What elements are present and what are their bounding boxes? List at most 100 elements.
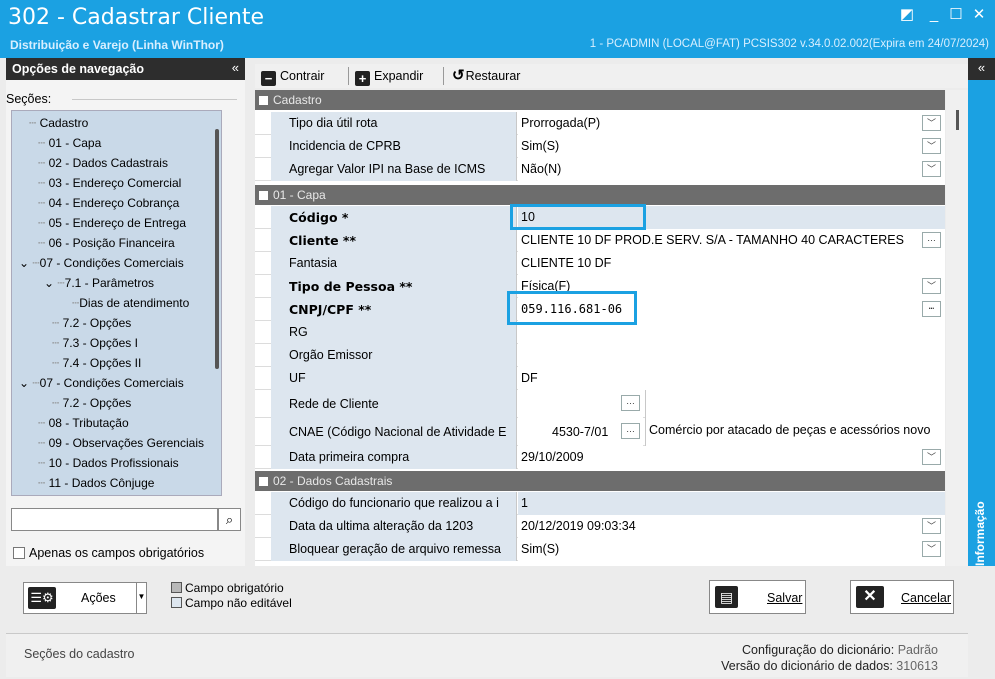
chevron-down-icon[interactable]: ﹀ xyxy=(922,161,941,177)
required-only-checkbox[interactable]: Apenas os campos obrigatórios xyxy=(13,546,204,560)
expand-button[interactable]: + Expandir xyxy=(355,66,423,86)
tipo-dia-util-rota-field[interactable]: Prorrogada(P) ﹀ xyxy=(518,112,945,135)
chevron-down-icon[interactable]: ⌄ xyxy=(19,256,29,270)
tree-item-parametros[interactable]: ⌄ ┄7.1 - Parâmetros xyxy=(44,274,154,293)
collapse-button[interactable]: − Contrair xyxy=(261,66,324,86)
tree-item-opcoes[interactable]: ┄ 7.2 - Opções xyxy=(52,314,131,333)
chevron-down-icon[interactable]: ﹀ xyxy=(922,278,941,294)
actions-button[interactable]: ☰⚙ Ações ▼ xyxy=(23,582,147,614)
sections-search-input[interactable] xyxy=(11,508,218,531)
fantasia-field[interactable]: CLIENTE 10 DF xyxy=(518,252,945,275)
required-only-label: Apenas os campos obrigatórios xyxy=(29,546,205,560)
grid-scrollbar[interactable] xyxy=(946,90,968,566)
ellipsis-icon[interactable]: … xyxy=(922,301,941,317)
data-alteracao-field[interactable]: 20/12/2019 09:03:34 ﹀ xyxy=(518,515,945,538)
chevron-down-icon[interactable]: ﹀ xyxy=(922,449,941,465)
tree-item-condicoes-comerciais[interactable]: ⌄ ┄07 - Condições Comerciais xyxy=(19,254,184,273)
info-sidepanel[interactable]: « Informação xyxy=(968,58,995,568)
chevron-down-icon[interactable]: ▼ xyxy=(136,583,146,613)
tree-item-endereco-comercial[interactable]: ┄ 03 - Endereço Comercial xyxy=(38,174,181,193)
grid-row[interactable]: Data da ultima alteração da 1203 20/12/2… xyxy=(255,515,945,538)
chevron-down-icon[interactable]: ﹀ xyxy=(922,138,941,154)
tree-item-dados-profissionais[interactable]: ┄ 10 - Dados Profissionais xyxy=(38,454,179,473)
field-label: Tipo de Pessoa ** xyxy=(271,275,517,298)
field-label: RG xyxy=(271,321,517,344)
grid-row[interactable]: Tipo dia útil rota Prorrogada(P) ﹀ xyxy=(255,112,945,135)
scrollbar-thumb[interactable] xyxy=(956,110,959,130)
agregar-ipi-field[interactable]: Não(N) ﹀ xyxy=(518,158,945,181)
minus-icon: − xyxy=(261,71,276,86)
minimize-icon[interactable]: _ xyxy=(925,6,943,24)
tree-item-dias-atendimento[interactable]: ┄Dias de atendimento xyxy=(72,294,189,313)
ellipsis-icon[interactable]: … xyxy=(621,395,640,411)
category-dados-cadastrais[interactable]: 02 - Dados Cadastrais xyxy=(255,471,945,491)
collapse-panel-icon[interactable]: « xyxy=(232,60,239,75)
grid-row[interactable]: Incidencia de CPRB Sim(S) ﹀ xyxy=(255,135,945,158)
chevron-down-icon[interactable]: ⌄ xyxy=(19,376,29,390)
close-icon[interactable]: ✕ xyxy=(970,6,988,24)
category-capa[interactable]: 01 - Capa xyxy=(255,185,945,205)
grid-row[interactable]: Agregar Valor IPI na Base de ICMS Não(N)… xyxy=(255,158,945,181)
chevron-down-icon[interactable]: ﹀ xyxy=(922,518,941,534)
grid-row[interactable]: Fantasia CLIENTE 10 DF xyxy=(255,252,945,275)
collapse-category-icon[interactable] xyxy=(259,96,268,105)
field-label: Rede de Cliente xyxy=(271,390,517,418)
navigation-header: Opções de navegação « xyxy=(6,58,245,80)
bloquear-remessa-field[interactable]: Sim(S) ﹀ xyxy=(518,538,945,561)
tree-item-observacoes[interactable]: ┄ 09 - Observações Gerenciais xyxy=(38,434,204,453)
tree-item-dados-conjuge[interactable]: ┄ 11 - Dados Cônjuge xyxy=(38,474,154,493)
noneditable-swatch xyxy=(171,597,182,608)
tree-item-condicoes-comerciais-2[interactable]: ⌄ ┄07 - Condições Comerciais xyxy=(19,374,184,393)
checkbox-icon[interactable] xyxy=(13,547,25,559)
window-title: 302 - Cadastrar Cliente xyxy=(8,5,265,30)
grid-row[interactable]: Data primeira compra 29/10/2009 ﹀ xyxy=(255,446,945,469)
chevron-down-icon[interactable]: ⌄ xyxy=(44,276,54,290)
grid-row[interactable]: CNAE (Código Nacional de Atividade E 453… xyxy=(255,418,945,446)
tree-item-endereco-entrega[interactable]: ┄ 05 - Endereço de Entrega xyxy=(38,214,186,233)
tree-item-tributacao[interactable]: ┄ 08 - Tributação xyxy=(38,414,129,433)
restore-button[interactable]: ↺Restaurar xyxy=(452,66,520,86)
tree-item-dados-cadastrais[interactable]: ┄ 02 - Dados Cadastrais xyxy=(38,154,168,173)
chevron-down-icon[interactable]: ﹀ xyxy=(922,541,941,557)
tree-item-opcoes-ii[interactable]: ┄ 7.4 - Opções II xyxy=(52,354,141,373)
grid-row[interactable]: Código do funcionario que realizou a i 1 xyxy=(255,492,945,515)
tree-item-endereco-cobranca[interactable]: ┄ 04 - Endereço Cobrança xyxy=(38,194,179,213)
cliente-field[interactable]: CLIENTE 10 DF PROD.E SERV. S/A - TAMANHO… xyxy=(518,229,945,252)
maximize-icon[interactable]: ☐ xyxy=(947,6,965,24)
ellipsis-icon[interactable]: … xyxy=(922,232,941,248)
tree-item-capa[interactable]: ┄ 01 - Capa xyxy=(38,134,101,153)
restore-icon[interactable]: ◩ xyxy=(898,6,916,24)
tree-item-posicao-financeira[interactable]: ┄ 06 - Posição Financeira xyxy=(38,234,175,253)
grid-row[interactable]: Orgão Emissor xyxy=(255,344,945,367)
orgao-emissor-field[interactable] xyxy=(518,344,945,367)
field-label: Código * xyxy=(271,206,517,229)
dictionary-config: Configuração do dicionário: Padrão xyxy=(742,643,938,657)
ellipsis-icon[interactable]: … xyxy=(621,423,640,439)
expand-panel-icon[interactable]: « xyxy=(968,58,995,80)
cancel-button[interactable]: ✕ Cancelar xyxy=(850,580,954,614)
sections-label: Seções: xyxy=(6,92,52,106)
rede-cliente-field[interactable]: … xyxy=(518,390,643,418)
sections-tree[interactable]: ┄ Cadastro ┄ 01 - Capa ┄ 02 - Dados Cada… xyxy=(11,110,222,496)
tree-item-opcoes-2[interactable]: ┄ 7.2 - Opções xyxy=(52,394,131,413)
tree-item-cadastro[interactable]: ┄ Cadastro xyxy=(29,114,88,133)
collapse-category-icon[interactable] xyxy=(259,477,268,486)
grid-row[interactable]: Cliente ** CLIENTE 10 DF PROD.E SERV. S/… xyxy=(255,229,945,252)
category-cadastro[interactable]: Cadastro xyxy=(255,90,945,110)
search-icon[interactable]: ⌕ xyxy=(218,508,241,531)
data-primeira-compra-field[interactable]: 29/10/2009 ﹀ xyxy=(518,446,945,469)
chevron-down-icon[interactable]: ﹀ xyxy=(922,115,941,131)
field-label: Fantasia xyxy=(271,252,517,275)
cnae-field[interactable]: 4530-7/01… xyxy=(518,418,643,446)
tree-scrollbar[interactable] xyxy=(215,129,219,369)
cnae-description: Comércio por atacado de peças e acessóri… xyxy=(645,418,945,446)
uf-field[interactable]: DF xyxy=(518,367,945,390)
save-button[interactable]: ▤ Salvar xyxy=(709,580,806,614)
tree-item-opcoes-i[interactable]: ┄ 7.3 - Opções I xyxy=(52,334,138,353)
grid-row[interactable]: Rede de Cliente … xyxy=(255,390,945,418)
grid-row[interactable]: Bloquear geração de arquivo remessa Sim(… xyxy=(255,538,945,561)
collapse-category-icon[interactable] xyxy=(259,191,268,200)
incidencia-cprb-field[interactable]: Sim(S) ﹀ xyxy=(518,135,945,158)
grid-toolbar: − Contrair + Expandir ↺Restaurar xyxy=(255,64,968,88)
grid-row[interactable]: UF DF xyxy=(255,367,945,390)
